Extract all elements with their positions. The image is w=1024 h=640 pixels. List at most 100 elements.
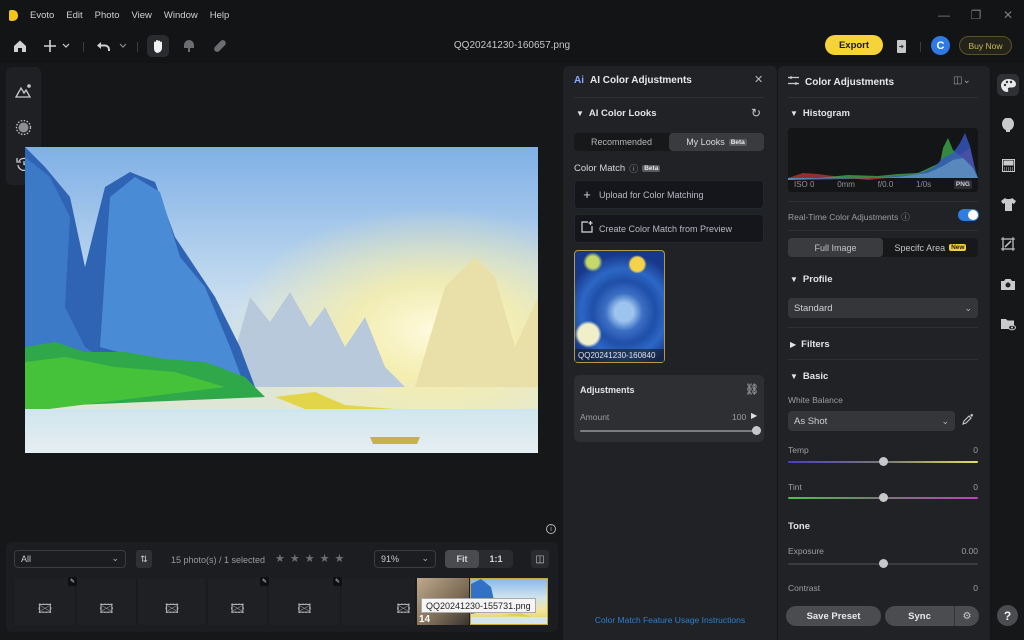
add-dropdown-button[interactable] — [42, 35, 72, 57]
ai-logo-icon: Ai — [574, 75, 584, 86]
divider — [788, 97, 978, 98]
basic-section-header[interactable]: ▼ Basic — [790, 371, 828, 382]
import-icon[interactable] — [895, 35, 909, 57]
amount-slider-knob[interactable] — [751, 426, 761, 435]
amount-value[interactable]: 100 — [732, 412, 746, 422]
histogram-meta: ISO 0 0mm f/0.0 1/0s PNG — [788, 180, 978, 189]
menu-edit[interactable]: Edit — [60, 10, 88, 21]
help-circle-icon[interactable]: ⓘ — [901, 211, 910, 223]
contrast-value[interactable]: 0 — [948, 583, 978, 593]
info-icon[interactable]: i — [546, 524, 556, 534]
sync-button[interactable]: Sync — [885, 606, 955, 626]
realtime-toggle[interactable] — [958, 209, 979, 221]
tint-slider-knob[interactable] — [879, 493, 888, 502]
thumbnail[interactable]: 🖾 — [342, 578, 416, 625]
menu-view[interactable]: View — [126, 10, 158, 21]
upload-color-match-button[interactable]: + Upload for Color Matching — [574, 180, 764, 209]
temp-value[interactable]: 0 — [948, 445, 978, 455]
rating-stars: ★ ★ ★ ★ ★ — [275, 552, 344, 565]
star-icon[interactable]: ★ — [335, 552, 345, 565]
color-look-card[interactable] — [574, 250, 665, 363]
image-placeholder-icon: 🖾 — [230, 601, 245, 616]
tab-recommended[interactable]: Recommended — [574, 133, 669, 151]
thumbnail[interactable]: 🖾 ✎ — [208, 577, 269, 625]
home-icon[interactable] — [11, 35, 29, 57]
white-balance-dropdown[interactable]: As Shot ⌄ — [788, 411, 955, 431]
caret-right-icon[interactable]: ▶ — [751, 411, 757, 420]
exposure-label: Exposure — [788, 546, 824, 556]
main-photo[interactable] — [25, 147, 538, 453]
ai-looks-section-header[interactable]: ▼ AI Color Looks — [576, 108, 656, 119]
amount-label: Amount — [580, 412, 610, 422]
filter-dropdown[interactable]: All ⌄ — [14, 550, 126, 568]
focal-length-value: 0mm — [837, 180, 855, 189]
tone-title: Tone — [788, 521, 810, 532]
sort-button[interactable]: ⇅ — [136, 550, 152, 568]
one-to-one-button[interactable]: 1:1 — [479, 550, 513, 568]
undo-dropdown-button[interactable] — [95, 35, 129, 57]
brush-tool-button[interactable] — [180, 35, 198, 57]
reset-icon[interactable]: ↻ — [751, 106, 761, 120]
star-icon[interactable]: ★ — [305, 552, 315, 565]
ai-scene-icon[interactable] — [6, 75, 41, 105]
looks-tabs: Recommended My Looks Beta — [574, 133, 764, 151]
help-button[interactable]: ? — [997, 605, 1018, 626]
evoto-logo-icon — [9, 9, 18, 21]
fit-button[interactable]: Fit — [445, 550, 479, 568]
create-color-match-button[interactable]: Create Color Match from Preview — [574, 214, 764, 243]
toolbar-divider — [137, 42, 138, 52]
tab-specific-area[interactable]: Specifc Area New — [883, 238, 978, 257]
compare-view-button[interactable]: ◫ — [531, 550, 549, 568]
eyedropper-icon[interactable] — [962, 413, 974, 428]
unlink-icon[interactable]: ⛓ — [745, 383, 759, 396]
profile-dropdown[interactable]: Standard ⌄ — [788, 298, 978, 318]
thumbnail[interactable]: 🖾 ✎ — [15, 577, 77, 625]
thumbnail[interactable]: 🖾 — [77, 578, 137, 625]
look-name: QQ20241230-160840 — [575, 349, 664, 362]
blur-filter-icon[interactable] — [6, 112, 41, 142]
clothing-icon[interactable] — [997, 193, 1019, 215]
color-palette-icon[interactable] — [997, 74, 1019, 96]
star-icon[interactable]: ★ — [275, 552, 285, 565]
menu-evoto[interactable]: Evoto — [24, 10, 60, 21]
tab-my-looks[interactable]: My Looks Beta — [669, 133, 764, 151]
tint-value[interactable]: 0 — [948, 482, 978, 492]
ai-panel-header: Ai AI Color Adjustments — [574, 75, 692, 86]
buy-now-button[interactable]: Buy Now — [959, 36, 1012, 55]
thumbnail[interactable]: 🖾 — [138, 578, 207, 625]
filters-section-header[interactable]: ▶ Filters — [790, 339, 830, 350]
face-icon[interactable] — [997, 114, 1019, 136]
tab-full-image[interactable]: Full Image — [788, 238, 883, 257]
background-icon[interactable] — [997, 154, 1019, 176]
save-preset-button[interactable]: Save Preset — [786, 606, 881, 626]
zoom-dropdown[interactable]: 91% ⌄ — [374, 550, 436, 568]
sync-settings-icon[interactable]: ⚙ — [955, 606, 979, 626]
minimize-button[interactable]: — — [928, 8, 960, 22]
exposure-value[interactable]: 0.00 — [938, 546, 978, 556]
folder-preview-icon[interactable] — [997, 313, 1019, 335]
help-circle-icon[interactable]: ⓘ — [629, 162, 638, 175]
close-icon[interactable]: ✕ — [754, 73, 763, 86]
histogram-section-header[interactable]: ▼ Histogram — [790, 108, 850, 119]
crop-icon[interactable] — [997, 233, 1019, 255]
amount-slider-track[interactable] — [580, 430, 756, 432]
bandage-tool-button[interactable] — [211, 35, 229, 57]
temp-slider-knob[interactable] — [879, 457, 888, 466]
star-icon[interactable]: ★ — [290, 552, 300, 565]
chevron-down-icon: ⌄ — [964, 302, 972, 313]
thumbnail[interactable]: 🖾 ✎ — [269, 577, 342, 625]
camera-icon[interactable] — [997, 273, 1019, 295]
hand-tool-button[interactable] — [147, 35, 169, 57]
menu-photo[interactable]: Photo — [89, 10, 126, 21]
menu-window[interactable]: Window — [158, 10, 204, 21]
user-avatar[interactable]: C — [931, 36, 950, 55]
star-icon[interactable]: ★ — [320, 552, 330, 565]
close-window-button[interactable]: ✕ — [992, 8, 1024, 22]
profile-section-header[interactable]: ▼ Profile — [790, 274, 832, 285]
restore-button[interactable]: ❐ — [960, 8, 992, 22]
exposure-slider-knob[interactable] — [879, 559, 888, 568]
usage-instructions-link[interactable]: Color Match Feature Usage Instructions — [563, 615, 777, 625]
layout-toggle-icon[interactable]: ◫⌄ — [953, 75, 971, 86]
export-button[interactable]: Export — [825, 35, 883, 55]
menu-help[interactable]: Help — [204, 10, 236, 21]
